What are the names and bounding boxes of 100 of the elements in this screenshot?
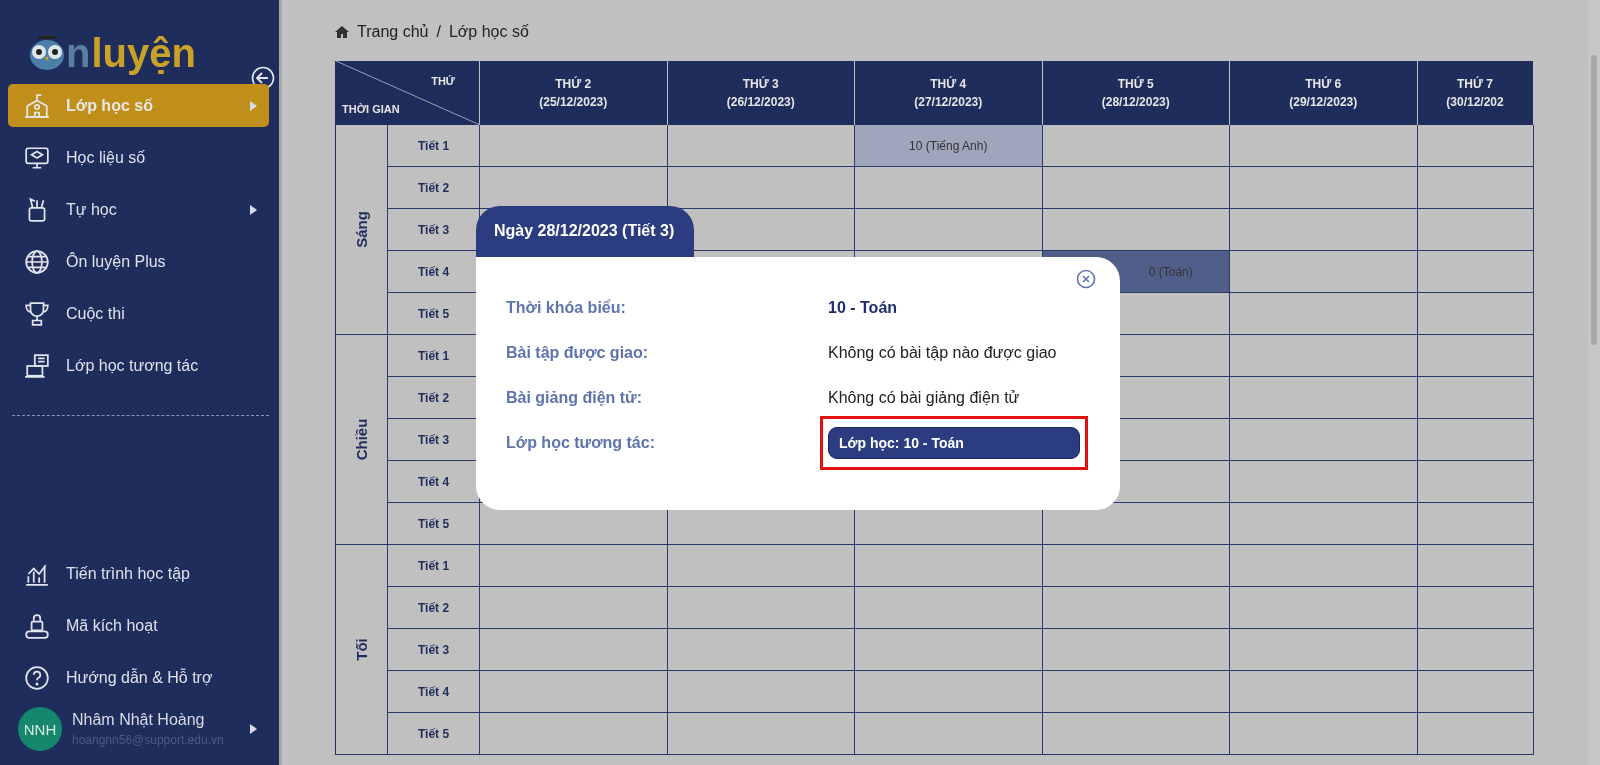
table-cell[interactable]: [1417, 587, 1534, 629]
laptop-board-icon: [24, 352, 50, 379]
detail-label: Bài giảng điện tử:: [506, 389, 644, 407]
table-cell[interactable]: [1230, 629, 1418, 671]
table-cell[interactable]: [480, 713, 668, 755]
table-cell[interactable]: [1417, 335, 1534, 377]
table-cell[interactable]: [1417, 713, 1534, 755]
logo-text: n: [66, 30, 90, 76]
school-icon: [24, 92, 50, 119]
sidebar-item[interactable]: Cuộc thi: [8, 292, 269, 335]
day-name: THỨ 2: [555, 75, 592, 93]
detail-value: Không có bài giảng điện tử: [828, 389, 1021, 407]
sidebar-item[interactable]: Tự học: [8, 188, 269, 231]
table-cell[interactable]: [855, 545, 1043, 587]
sidebar-item[interactable]: Mã kích hoạt: [8, 604, 269, 647]
scrollbar[interactable]: [1588, 0, 1600, 765]
table-cell[interactable]: [855, 587, 1043, 629]
lesson-cell[interactable]: 10 (Tiếng Anh): [855, 125, 1043, 167]
table-cell[interactable]: [855, 713, 1043, 755]
table-cell[interactable]: [855, 167, 1043, 209]
table-cell[interactable]: [1417, 167, 1534, 209]
table-cell[interactable]: [667, 545, 855, 587]
table-cell[interactable]: [480, 629, 668, 671]
detail-value: Không có bài tập nào được giao: [828, 344, 1058, 362]
table-cell[interactable]: [1042, 125, 1230, 167]
period-cell: Tiết 5: [388, 503, 480, 545]
table-cell[interactable]: [855, 671, 1043, 713]
help-icon: [24, 664, 50, 691]
table-cell[interactable]: [1230, 335, 1418, 377]
table-cell[interactable]: [1042, 587, 1230, 629]
table-cell[interactable]: [1042, 545, 1230, 587]
table-cell[interactable]: [1417, 419, 1534, 461]
table-cell[interactable]: [480, 671, 668, 713]
day-name: THỨ 4: [930, 75, 967, 93]
day-name: THỨ 3: [742, 75, 779, 93]
table-cell[interactable]: [667, 587, 855, 629]
table-cell[interactable]: [1417, 629, 1534, 671]
table-cell[interactable]: [1042, 629, 1230, 671]
table-cell[interactable]: [1230, 125, 1418, 167]
table-cell[interactable]: [855, 629, 1043, 671]
table-cell[interactable]: [1230, 461, 1418, 503]
table-cell[interactable]: [1417, 125, 1534, 167]
table-cell[interactable]: [1230, 587, 1418, 629]
sidebar-item[interactable]: Hướng dẫn & Hỗ trợ: [8, 656, 269, 699]
breadcrumb-link[interactable]: Trang chủ: [357, 23, 429, 41]
detail-label: Bài tập được giao:: [506, 344, 650, 362]
sidebar-item[interactable]: Ôn luyện Plus: [8, 240, 269, 283]
detail-label: Lớp học tương tác:: [506, 434, 656, 452]
period-cell: Tiết 2: [388, 167, 480, 209]
globe-icon: [24, 248, 50, 275]
user-name: Nhâm Nhật Hoàng: [72, 711, 206, 729]
breadcrumb-link[interactable]: Lớp học số: [448, 23, 529, 41]
close-icon[interactable]: [1076, 269, 1096, 289]
day-date: (25/12/2023): [539, 94, 608, 111]
caret-icon: [250, 724, 257, 734]
table-cell[interactable]: [1042, 671, 1230, 713]
table-cell[interactable]: [1417, 503, 1534, 545]
class-button[interactable]: Lớp học: 10 - Toán: [828, 427, 1080, 459]
table-cell[interactable]: [1417, 293, 1534, 335]
table-cell[interactable]: [1230, 251, 1418, 293]
day-date: (29/12/2023): [1289, 94, 1358, 111]
table-cell[interactable]: [1417, 251, 1534, 293]
period-cell: Tiết 1: [388, 125, 480, 167]
table-cell[interactable]: [1417, 377, 1534, 419]
sidebar-item[interactable]: Học liệu số: [8, 136, 269, 179]
lock-icon: [24, 612, 50, 639]
table-cell[interactable]: [480, 587, 668, 629]
user-avatar[interactable]: NNH: [18, 707, 62, 751]
table-cell[interactable]: [667, 629, 855, 671]
detail-value: 10 - Toán: [828, 299, 899, 317]
table-cell[interactable]: [1042, 713, 1230, 755]
table-cell[interactable]: [1230, 293, 1418, 335]
table-cell[interactable]: [1230, 713, 1418, 755]
table-cell[interactable]: [1230, 419, 1418, 461]
logo-text: luyện: [91, 30, 196, 76]
table-cell[interactable]: [667, 713, 855, 755]
session-label: Sáng: [353, 211, 370, 248]
table-cell[interactable]: [1417, 209, 1534, 251]
session-label: Tối: [353, 638, 370, 661]
table-cell[interactable]: [1417, 461, 1534, 503]
home-icon: [335, 26, 349, 38]
table-cell[interactable]: [1042, 167, 1230, 209]
day-axis-label: THỨ: [431, 75, 455, 87]
period-cell: Tiết 2: [388, 587, 480, 629]
table-cell[interactable]: [1230, 671, 1418, 713]
session-label: Chiều: [353, 418, 370, 461]
sidebar-item[interactable]: Lớp học tương tác: [8, 344, 269, 387]
table-cell[interactable]: [1417, 671, 1534, 713]
table-cell[interactable]: [480, 125, 668, 167]
table-cell[interactable]: [667, 671, 855, 713]
period-cell: Tiết 4: [388, 671, 480, 713]
table-cell[interactable]: [480, 545, 668, 587]
table-cell[interactable]: [1230, 167, 1418, 209]
table-cell[interactable]: [1230, 209, 1418, 251]
table-cell[interactable]: [1417, 545, 1534, 587]
sidebar-item[interactable]: Tiến trình học tập: [8, 552, 269, 595]
table-cell[interactable]: [1230, 545, 1418, 587]
table-cell[interactable]: [855, 209, 1043, 251]
table-cell[interactable]: [1230, 503, 1418, 545]
table-cell[interactable]: [1230, 377, 1418, 419]
